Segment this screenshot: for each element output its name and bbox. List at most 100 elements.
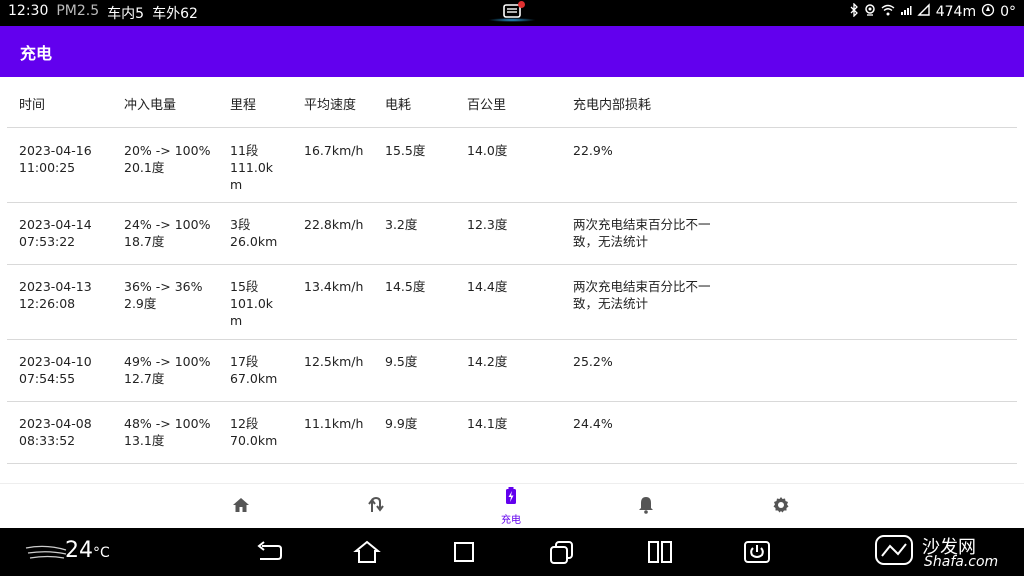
cell-charge: 49% -> 100% 12.7度 — [124, 354, 211, 386]
table-row[interactable]: 2023-04-13 12:26:08 36% -> 36% 2.9度 15段 … — [7, 265, 1017, 340]
compass-icon — [981, 3, 995, 21]
table-row[interactable]: 2023-04-16 11:00:25 20% -> 100% 20.1度 11… — [7, 128, 1017, 203]
inside-value: 5 — [135, 6, 145, 22]
signal-icon — [900, 4, 912, 20]
clock: 12:30 — [8, 3, 49, 19]
cell-consumption: 14.5度 — [385, 279, 426, 294]
cell-speed: 13.4km/h — [304, 279, 364, 294]
recents-button[interactable] — [449, 538, 479, 566]
header-loss: 充电内部损耗 — [573, 98, 652, 113]
status-right: 474m 0° — [849, 2, 1016, 21]
cell-per100: 12.3度 — [467, 217, 508, 232]
cell-speed: 16.7km/h — [304, 143, 364, 158]
cell-mileage: 15段 101.0km — [230, 279, 274, 328]
route-icon — [367, 496, 385, 518]
status-bar: 12:30 PM2.5 车内5 车外62 474m 0° — [0, 0, 1024, 26]
split-screen-button[interactable] — [645, 538, 675, 566]
nav-settings[interactable] — [757, 484, 805, 529]
multi-window-button[interactable] — [547, 538, 577, 566]
app-bar: 充电 — [0, 26, 1024, 77]
table-header: 时间 冲入电量 里程 平均速度 电耗 百公里 充电内部损耗 — [7, 77, 1017, 128]
bottom-nav: 充电 — [0, 483, 1024, 528]
header-speed: 平均速度 — [304, 98, 357, 113]
wifi-icon — [881, 4, 895, 20]
cell-mileage: 17段 67.0km — [230, 354, 278, 386]
cell-consumption: 3.2度 — [385, 217, 418, 232]
cell-time: 2023-04-14 07:53:22 — [19, 217, 92, 249]
nav-charging[interactable]: 充电 — [487, 484, 535, 529]
watermark-logo: 沙发网 Shafa.com — [872, 528, 1020, 576]
bluetooth-icon — [849, 2, 859, 21]
nav-charging-label: 充电 — [501, 515, 521, 526]
charging-icon — [505, 487, 517, 509]
cell-per100: 14.0度 — [467, 143, 508, 158]
cell-time-clipped: ▁▁▁▁▁▁▁ — [19, 475, 93, 483]
header-mileage: 里程 — [230, 98, 257, 113]
cell-per100: 14.1度 — [467, 416, 508, 431]
cell-loss: 两次充电结束百分比不一致，无法统计 — [573, 217, 711, 249]
notification-dot — [518, 1, 525, 8]
cell-time: 2023-04-13 12:26:08 — [19, 279, 92, 311]
home-icon — [232, 497, 250, 517]
ac-temperature[interactable]: 24°C — [65, 538, 110, 563]
outside-label: 车外 — [152, 6, 181, 22]
cell-charge: 20% -> 100% 20.1度 — [124, 143, 211, 175]
home-button[interactable] — [352, 538, 382, 566]
cell-charge: 48% -> 100% 13.1度 — [124, 416, 211, 448]
inside-air: 车内5 — [107, 3, 144, 23]
cell-charge: 36% -> 36% 2.9度 — [124, 279, 203, 311]
inside-label: 车内 — [107, 6, 136, 22]
cell-mileage: 3段 26.0km — [230, 217, 278, 249]
cell-time: 2023-04-08 08:33:52 — [19, 416, 92, 448]
cell-loss: 24.4% — [573, 416, 613, 431]
cell-mileage: 11段 111.0km — [230, 143, 274, 192]
glow-bar — [488, 18, 536, 22]
outside-air: 车外62 — [152, 3, 198, 23]
header-charge: 冲入电量 — [124, 98, 177, 113]
outside-value: 62 — [180, 6, 198, 22]
cell-per100: 14.2度 — [467, 354, 508, 369]
nav-home[interactable] — [217, 484, 265, 529]
page-title: 充电 — [20, 44, 53, 63]
cell-time: 2023-04-10 07:54:55 — [19, 354, 92, 386]
cell-consumption: 9.5度 — [385, 354, 418, 369]
header-consumption: 电耗 — [385, 98, 412, 113]
header-per100: 百公里 — [467, 98, 507, 113]
cell-per100: 14.4度 — [467, 279, 508, 294]
cell-charge: 24% -> 100% 18.7度 — [124, 217, 211, 249]
pm-label: PM2.5 — [56, 3, 100, 19]
table-row[interactable]: 2023-04-10 07:54:55 49% -> 100% 12.7度 17… — [7, 340, 1017, 402]
cell-loss: 25.2% — [573, 354, 613, 369]
outside-temp: 0° — [1000, 4, 1016, 20]
cell-loss: 两次充电结束百分比不一致，无法统计 — [573, 279, 711, 311]
nav-notifications[interactable] — [622, 484, 670, 529]
gear-icon — [772, 496, 790, 518]
cell-speed: 22.8km/h — [304, 217, 364, 232]
cell-speed: 11.1km/h — [304, 416, 364, 431]
cell-time: 2023-04-16 11:00:25 — [19, 143, 92, 175]
system-nav-bar: 24°C 沙发网 Shafa.com — [0, 528, 1024, 576]
power-button[interactable] — [742, 538, 772, 566]
wind-icon — [24, 542, 68, 562]
back-button[interactable] — [254, 538, 284, 566]
navigation-icon — [917, 3, 931, 21]
cell-mileage: 12段 70.0km — [230, 416, 278, 448]
table-row[interactable]: 2023-04-14 07:53:22 24% -> 100% 18.7度 3段… — [7, 203, 1017, 265]
distance-text: 474m — [935, 4, 977, 20]
table-row[interactable]: 2023-04-08 08:33:52 48% -> 100% 13.1度 12… — [7, 402, 1017, 464]
temp-unit: °C — [93, 545, 110, 561]
header-time: 时间 — [19, 98, 46, 113]
cell-consumption: 9.9度 — [385, 416, 418, 431]
nav-route[interactable] — [352, 484, 400, 529]
location-icon — [864, 3, 876, 21]
watermark-en: Shafa.com — [924, 554, 999, 570]
bell-icon — [638, 496, 654, 518]
cell-speed: 12.5km/h — [304, 354, 364, 369]
cell-consumption: 15.5度 — [385, 143, 426, 158]
notification-icon[interactable] — [488, 1, 536, 22]
table-row-partial[interactable]: ▁▁▁▁▁▁▁ — [7, 464, 1017, 483]
cell-loss: 22.9% — [573, 143, 613, 158]
status-left: 12:30 PM2.5 车内5 车外62 — [8, 3, 198, 23]
temp-value: 24 — [65, 538, 93, 563]
charge-history-list[interactable]: 时间 冲入电量 里程 平均速度 电耗 百公里 充电内部损耗 2023-04-16… — [0, 77, 1024, 483]
